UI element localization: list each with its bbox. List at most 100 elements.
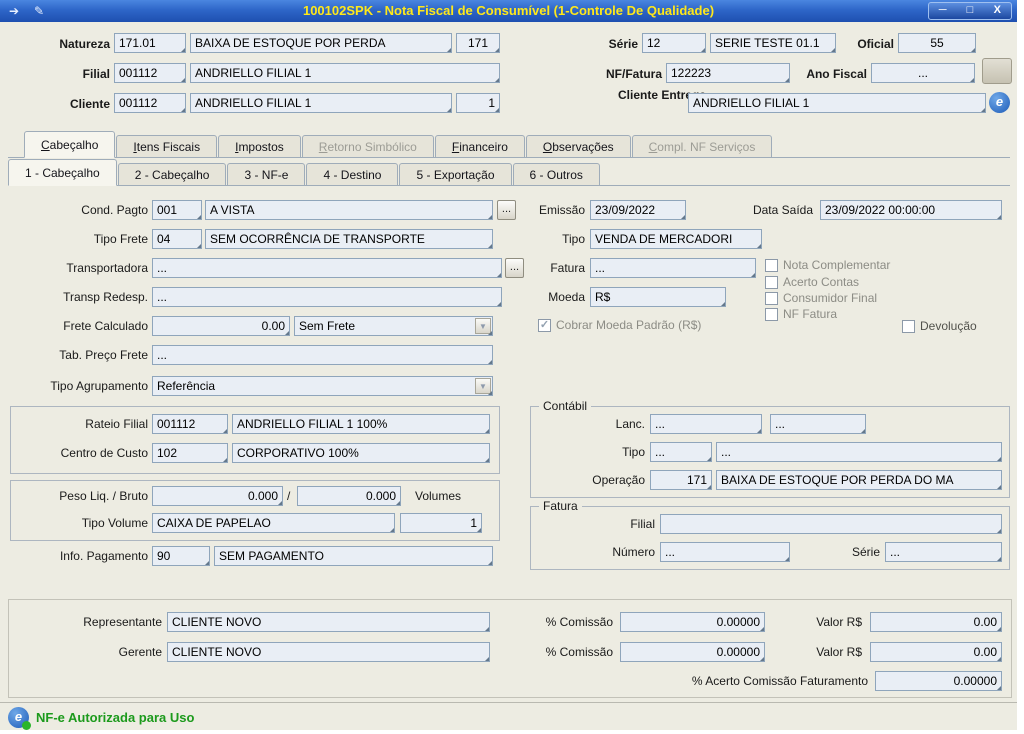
window-controls: ─ □ X xyxy=(928,2,1012,20)
lanc-field-1[interactable]: ... xyxy=(650,414,762,434)
frete-tipo-combo-arrow-icon[interactable]: ▼ xyxy=(475,318,491,334)
rep-valor-field[interactable]: 0.00 xyxy=(870,612,1002,632)
emissao-field[interactable]: 23/09/2022 xyxy=(590,200,686,220)
tipo-frete-desc-field[interactable]: SEM OCORRÊNCIA DE TRANSPORTE xyxy=(205,229,493,249)
fatura-filial-field[interactable] xyxy=(660,514,1002,534)
filial-code-field[interactable]: 001112 xyxy=(114,63,186,83)
cond-pagto-lookup-button[interactable]: ... xyxy=(497,200,516,220)
nf-fatura-checkbox[interactable]: ✓ xyxy=(765,308,778,321)
ano-fiscal-field[interactable]: ... xyxy=(871,63,975,83)
ger-valor-field[interactable]: 0.00 xyxy=(870,642,1002,662)
tab-preco-frete-field[interactable]: ... xyxy=(152,345,493,365)
filial-desc-field[interactable]: ANDRIELLO FILIAL 1 xyxy=(190,63,500,83)
rateio-filial-desc-field[interactable]: ANDRIELLO FILIAL 1 100% xyxy=(232,414,490,434)
main-tabstrip: Cabeçalho Itens Fiscais Impostos Retorno… xyxy=(8,130,1010,158)
tab-observacoes[interactable]: Observações xyxy=(525,135,631,158)
serie-desc-field[interactable]: SERIE TESTE 01.1 xyxy=(710,33,836,53)
nf-fatura-field[interactable]: 122223 xyxy=(666,63,790,83)
volumes-qtd-field[interactable]: 1 xyxy=(400,513,482,533)
operacao-desc-field[interactable]: BAIXA DE ESTOQUE POR PERDA DO MA xyxy=(716,470,1002,490)
tipo-agrupamento-combo-arrow-icon[interactable]: ▼ xyxy=(475,378,491,394)
acerto-contas-label: Acerto Contas xyxy=(783,275,860,289)
contabil-tipo-field-2[interactable]: ... xyxy=(716,442,1002,462)
cobrar-moeda-checkbox[interactable]: ✓ xyxy=(538,319,551,332)
tab-itens-fiscais[interactable]: Itens Fiscais xyxy=(116,135,218,158)
fatura-field[interactable]: ... xyxy=(590,258,756,278)
nfe-status-icon: e xyxy=(8,707,31,730)
cond-pagto-code-field[interactable]: 001 xyxy=(152,200,202,220)
acerto-contas-checkbox[interactable]: ✓ xyxy=(765,276,778,289)
numero-field[interactable]: ... xyxy=(660,542,790,562)
tab-retorno-simbolico: Retorno Simbólico xyxy=(301,135,434,158)
cliente-entrega-field[interactable]: ANDRIELLO FILIAL 1 xyxy=(688,93,986,113)
peso-liquido-field[interactable]: 0.000 xyxy=(152,486,283,506)
transp-redesp-field[interactable]: ... xyxy=(152,287,502,307)
data-saida-label: Data Saída xyxy=(752,203,813,217)
consumidor-final-checkbox[interactable]: ✓ xyxy=(765,292,778,305)
frete-tipo-combo[interactable]: Sem Frete ▼ xyxy=(294,316,493,336)
subtab-4-destino[interactable]: 4 - Destino xyxy=(306,163,399,186)
tipo-frete-label: Tipo Frete xyxy=(93,232,148,246)
tipo-agrupamento-combo[interactable]: Referência ▼ xyxy=(152,376,493,396)
subtab-1-cabecalho[interactable]: 1 - Cabeçalho xyxy=(8,159,117,186)
ger-pct-comissao-label: % Comissão xyxy=(545,645,613,659)
cond-pagto-desc-field[interactable]: A VISTA xyxy=(205,200,493,220)
tipo-frete-code-field[interactable]: 04 xyxy=(152,229,202,249)
info-pagamento-desc-field[interactable]: SEM PAGAMENTO xyxy=(214,546,493,566)
oficial-field[interactable]: 55 xyxy=(898,33,976,53)
subtab-3-nfe[interactable]: 3 - NF-e xyxy=(227,163,306,186)
tipo-field[interactable]: VENDA DE MERCADORI xyxy=(590,229,762,249)
devolucao-checkbox[interactable]: ✓ xyxy=(902,320,915,333)
centro-custo-code-field[interactable]: 102 xyxy=(152,443,228,463)
tab-financeiro[interactable]: Financeiro xyxy=(434,135,525,158)
centro-custo-desc-field[interactable]: CORPORATIVO 100% xyxy=(232,443,490,463)
peso-slash-label: / xyxy=(287,489,291,503)
natureza-desc-field[interactable]: BAIXA DE ESTOQUE POR PERDA xyxy=(190,33,452,53)
contabil-tipo-field-1[interactable]: ... xyxy=(650,442,712,462)
tab-compl-nf-servicos: Compl. NF Serviços xyxy=(631,135,773,158)
rep-valor-label: Valor R$ xyxy=(816,615,862,629)
acerto-comissao-field[interactable]: 0.00000 xyxy=(875,671,1002,691)
rateio-filial-code-field[interactable]: 001112 xyxy=(152,414,228,434)
consumidor-final-label: Consumidor Final xyxy=(783,291,878,305)
gerente-field[interactable]: CLIENTE NOVO xyxy=(167,642,490,662)
ger-pct-comissao-field[interactable]: 0.00000 xyxy=(620,642,765,662)
subtab-6-outros[interactable]: 6 - Outros xyxy=(512,163,600,186)
data-saida-field[interactable]: 23/09/2022 00:00:00 xyxy=(820,200,1002,220)
status-separator xyxy=(0,702,1017,703)
tools-icon[interactable]: ✎ xyxy=(30,3,48,19)
fatura-serie-field[interactable]: ... xyxy=(885,542,1002,562)
tab-impostos[interactable]: Impostos xyxy=(218,135,301,158)
natureza-extra-field[interactable]: 171 xyxy=(456,33,500,53)
moeda-field[interactable]: R$ xyxy=(590,287,726,307)
serie-label: Série xyxy=(608,37,638,51)
maximize-button[interactable]: □ xyxy=(956,3,983,19)
frete-calculado-field[interactable]: 0.00 xyxy=(152,316,290,336)
tab-cabecalho[interactable]: Cabeçalho xyxy=(24,131,116,158)
cliente-desc-field[interactable]: ANDRIELLO FILIAL 1 xyxy=(190,93,452,113)
natureza-code-field[interactable]: 171.01 xyxy=(114,33,186,53)
operacao-code-field[interactable]: 171 xyxy=(650,470,712,490)
cliente-loja-field[interactable]: 1 xyxy=(456,93,500,113)
cliente-entrega-browse-icon[interactable]: e xyxy=(989,92,1010,113)
lanc-field-2[interactable]: ... xyxy=(770,414,866,434)
contabil-tipo-label: Tipo xyxy=(622,445,645,459)
operacao-label: Operação xyxy=(592,473,645,487)
info-pagamento-code-field[interactable]: 90 xyxy=(152,546,210,566)
cobrar-moeda-label: Cobrar Moeda Padrão (R$) xyxy=(556,318,702,332)
serie-code-field[interactable]: 12 xyxy=(642,33,706,53)
tipo-volume-field[interactable]: CAIXA DE PAPELAO xyxy=(152,513,395,533)
cliente-code-field[interactable]: 001112 xyxy=(114,93,186,113)
representante-field[interactable]: CLIENTE NOVO xyxy=(167,612,490,632)
subtab-2-cabecalho[interactable]: 2 - Cabeçalho xyxy=(117,163,227,186)
transportadora-field[interactable]: ... xyxy=(152,258,502,278)
ano-fiscal-lookup-icon[interactable] xyxy=(982,58,1012,84)
subtab-5-exportacao[interactable]: 5 - Exportação xyxy=(399,163,512,186)
peso-bruto-field[interactable]: 0.000 xyxy=(297,486,401,506)
rep-pct-comissao-field[interactable]: 0.00000 xyxy=(620,612,765,632)
titlebar: 100102SPK - Nota Fiscal de Consumível (1… xyxy=(0,0,1017,22)
exit-icon[interactable]: ➔ xyxy=(5,3,23,19)
nota-complementar-checkbox[interactable]: ✓ xyxy=(765,259,778,272)
close-button[interactable]: X xyxy=(984,3,1011,19)
minimize-button[interactable]: ─ xyxy=(929,3,956,19)
